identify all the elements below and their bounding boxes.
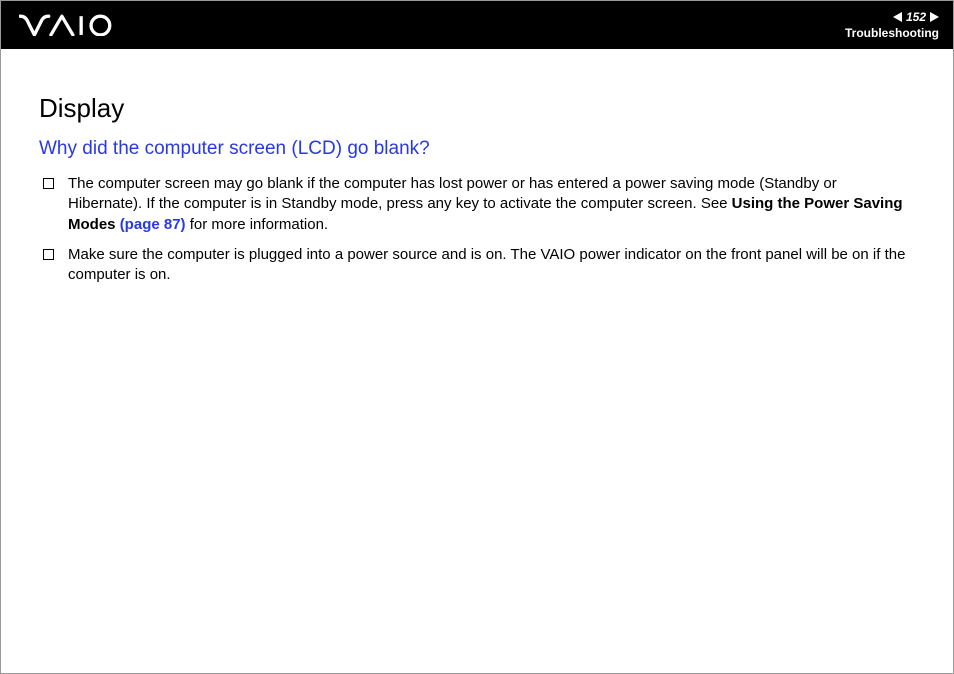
text-segment: The computer screen may go blank if the … bbox=[68, 175, 837, 212]
next-page-arrow-icon[interactable] bbox=[930, 12, 939, 22]
list-item-text: Make sure the computer is plugged into a… bbox=[68, 245, 915, 286]
list-item: Make sure the computer is plugged into a… bbox=[39, 245, 915, 286]
bullet-list: The computer screen may go blank if the … bbox=[39, 174, 915, 285]
page-nav: 152 bbox=[893, 10, 939, 24]
page-subtitle: Why did the computer screen (LCD) go bla… bbox=[39, 138, 915, 160]
page-content: Display Why did the computer screen (LCD… bbox=[1, 49, 953, 285]
square-bullet-icon bbox=[43, 178, 54, 189]
square-bullet-icon bbox=[43, 249, 54, 260]
page-link[interactable]: (page 87) bbox=[120, 216, 186, 233]
vaio-logo bbox=[19, 1, 129, 49]
prev-page-arrow-icon[interactable] bbox=[893, 12, 902, 22]
header-bar: 152 Troubleshooting bbox=[1, 1, 953, 49]
section-name: Troubleshooting bbox=[845, 26, 939, 40]
text-segment: for more information. bbox=[186, 216, 329, 233]
header-right: 152 Troubleshooting bbox=[845, 10, 939, 40]
list-item: The computer screen may go blank if the … bbox=[39, 174, 915, 235]
page-title: Display bbox=[39, 93, 915, 124]
list-item-text: The computer screen may go blank if the … bbox=[68, 174, 915, 235]
page-number: 152 bbox=[906, 10, 926, 24]
